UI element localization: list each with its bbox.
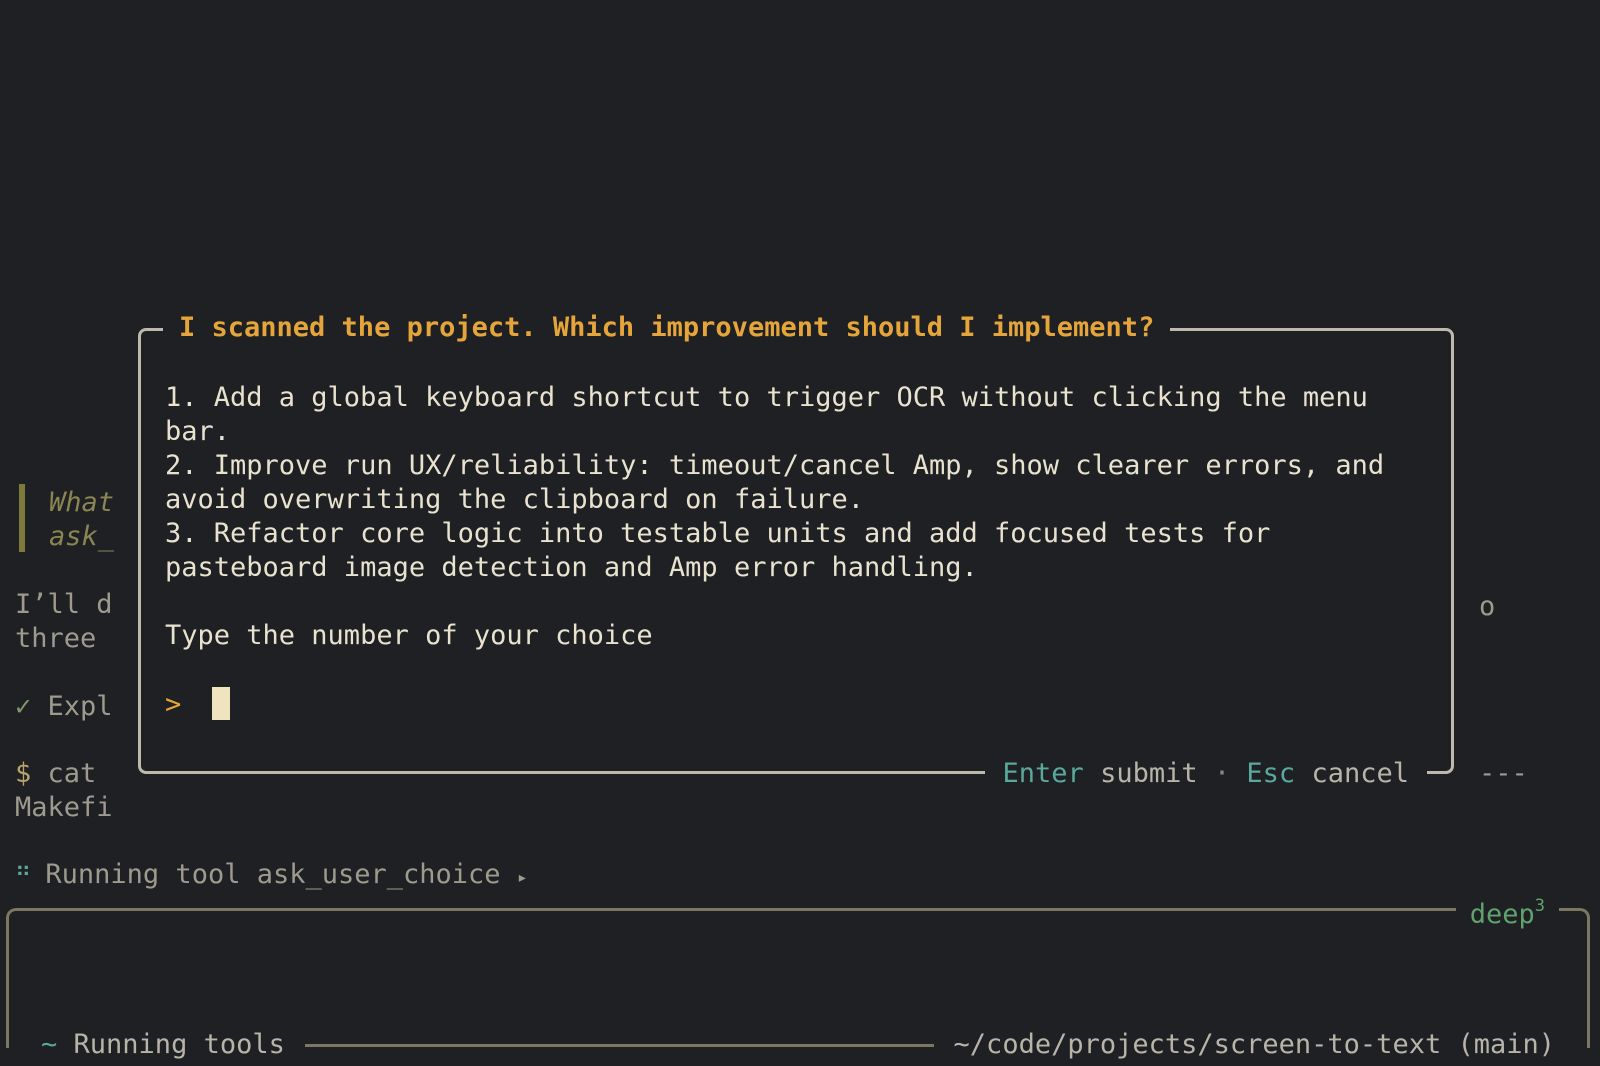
status-bar: ~ Running tools ~/code/projects/screen-t…	[33, 1028, 1563, 1062]
mode-label: deep	[1469, 899, 1535, 930]
running-tool-row: ⠛ Running tool ask_user_choice ▸	[15, 858, 528, 895]
command-row: $ cat	[15, 757, 96, 791]
dialog-footer: Enter submit · Esc cancel	[984, 757, 1427, 791]
cancel-key[interactable]: Esc	[1246, 758, 1295, 789]
mode-superscript: 3	[1534, 896, 1545, 916]
check-icon: ✓	[15, 691, 32, 722]
prompt-arrow-icon: >	[165, 689, 182, 720]
text-cursor	[211, 687, 230, 720]
right-fragment-2: ---	[1479, 758, 1528, 789]
option-2: 2. Improve run UX/reliability: timeout/c…	[165, 450, 1401, 515]
tool-result-row: ✓ Expl	[15, 690, 113, 724]
quote-line-2: ask_	[49, 521, 115, 552]
dollar-icon: $	[15, 758, 32, 789]
message-line-2: three	[15, 623, 97, 654]
dialog-title: I scanned the project. Which improvement…	[163, 311, 1171, 345]
choice-input[interactable]: >	[165, 687, 1425, 722]
running-tool-text: Running tool ask_user_choice	[45, 859, 501, 890]
quote-bar	[19, 484, 25, 552]
cancel-label: cancel	[1311, 758, 1409, 789]
expand-arrow-icon[interactable]: ▸	[517, 867, 528, 888]
option-3: 3. Refactor core logic into testable uni…	[165, 518, 1287, 583]
status-symbol: ~	[41, 1029, 58, 1060]
submit-key[interactable]: Enter	[1003, 758, 1084, 789]
input-panel[interactable]: deep3 ~ Running tools ~/code/projects/sc…	[6, 889, 1590, 1062]
status-text: Running tools	[73, 1029, 285, 1060]
message-line-1: I’ll d	[15, 589, 113, 620]
submit-label: submit	[1100, 758, 1198, 789]
spinner-icon: ⠛	[15, 864, 31, 889]
choice-dialog: I scanned the project. Which improvement…	[138, 311, 1454, 791]
instruction-text: Type the number of your choice	[165, 620, 653, 651]
command-output: Makefi	[15, 792, 113, 823]
working-directory: ~/code/projects/screen-to-text (main)	[945, 1028, 1563, 1062]
mode-indicator[interactable]: deep3	[1455, 889, 1559, 932]
status-rule	[304, 1043, 934, 1047]
tool-result-text: Expl	[47, 691, 113, 722]
right-fragment-1: o	[1479, 591, 1496, 622]
status-left: ~ Running tools	[33, 1028, 293, 1062]
quote-line-1: What	[49, 487, 115, 518]
option-1: 1. Add a global keyboard shortcut to tri…	[165, 382, 1385, 447]
command-text: cat	[47, 758, 97, 789]
footer-separator: ·	[1213, 758, 1231, 789]
dialog-body: 1. Add a global keyboard shortcut to tri…	[165, 381, 1425, 722]
